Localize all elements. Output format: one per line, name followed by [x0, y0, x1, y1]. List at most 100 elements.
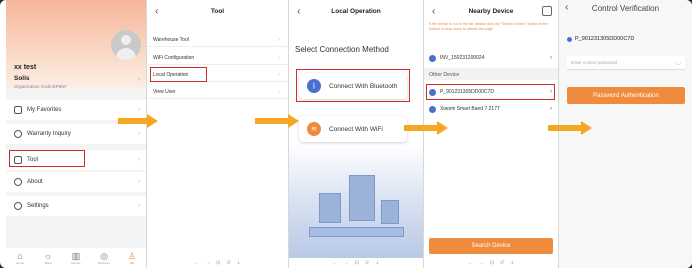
menu-item-label: Warranty Inquiry	[27, 131, 71, 137]
download-nav-icon[interactable]: ⇣	[237, 260, 241, 266]
connection-illustration	[289, 145, 423, 258]
device-row[interactable]: Xiaomi Smart Band 7 2177 ›	[424, 102, 558, 116]
system-nav-bar: ← → ⊡ ↺ ⇣	[289, 258, 423, 268]
tab-me[interactable]: ♙ Me	[123, 250, 141, 265]
tab-label: Device	[71, 260, 81, 265]
device-row-recent[interactable]: INV_150231200024 ›	[424, 51, 558, 65]
flow-arrow	[255, 114, 299, 128]
tool-item-label: View User	[153, 89, 176, 95]
menu-item-label: About	[27, 179, 43, 185]
back-nav-icon[interactable]: ←	[333, 260, 338, 266]
connect-wifi-button[interactable]: ≋ Connect With WiFi	[299, 116, 407, 142]
tool-item-wifi-configuration[interactable]: WiFi Configuration ›	[147, 52, 288, 65]
home-icon: ⌂	[17, 250, 23, 261]
settings-icon	[14, 202, 22, 210]
hide-password-icon[interactable]: ◡	[676, 59, 681, 66]
chevron-right-icon: ›	[550, 55, 552, 61]
device-name: INV_150231200024	[440, 55, 485, 61]
chevron-right-icon: ›	[138, 131, 140, 137]
flow-arrow	[404, 121, 448, 135]
page-title: Local Operation	[331, 7, 381, 15]
discover-icon: ◎	[100, 250, 108, 261]
refresh-nav-icon[interactable]: ↺	[365, 260, 369, 266]
favorites-icon	[14, 106, 22, 114]
local-operation-screen: ‹ Local Operation Select Connection Meth…	[289, 0, 423, 268]
menu-item-settings[interactable]: Settings ›	[6, 196, 146, 216]
back-icon[interactable]: ‹	[432, 6, 435, 17]
back-nav-icon[interactable]: ←	[468, 260, 473, 266]
tab-device[interactable]: ▥ Device	[67, 250, 85, 265]
page-title: Tool	[210, 7, 225, 15]
menu-item-label: My Favorites	[27, 107, 62, 113]
device-icon: ▥	[71, 250, 81, 261]
avatar[interactable]	[111, 30, 141, 60]
download-nav-icon[interactable]: ⇣	[375, 260, 379, 266]
menu-item-about[interactable]: About ›	[6, 172, 146, 192]
tutorial-frame: xx test Solis Organization Code:EPIEIF ›…	[0, 0, 692, 268]
section-label: Other Device	[429, 72, 460, 78]
wifi-icon: ≋	[307, 122, 321, 136]
tab-label: Plant	[44, 260, 52, 265]
tab-discover[interactable]: ◎ Discover	[95, 250, 113, 265]
section-heading: Select Connection Method	[295, 45, 389, 54]
device-icon	[429, 54, 436, 62]
refresh-nav-icon[interactable]: ↺	[500, 260, 504, 266]
chevron-right-icon: ›	[278, 72, 280, 78]
forward-nav-icon[interactable]: →	[479, 260, 484, 266]
chevron-right-icon: ›	[138, 157, 140, 163]
home-nav-icon[interactable]: ⊡	[490, 260, 494, 266]
system-nav-bar: ← → ⊡ ↺ ⇣	[147, 258, 288, 268]
back-icon[interactable]: ‹	[155, 6, 158, 17]
organization-name: Solis	[14, 75, 30, 82]
device-name: P_901231305DD00C7D	[575, 36, 635, 42]
back-icon[interactable]: ‹	[297, 6, 300, 17]
forward-nav-icon[interactable]: →	[344, 260, 349, 266]
organization-code: Organization Code:EPIEIF	[14, 84, 68, 89]
control-password-input[interactable]: Enter control password ◡	[567, 56, 685, 70]
system-nav-bar: ← → ⊡ ↺ ⇣	[424, 258, 558, 268]
refresh-hint: If the device is not in the list, please…	[429, 22, 548, 31]
selected-device: P_901231305DD00C7D	[567, 36, 634, 42]
chevron-right-icon: ›	[278, 37, 280, 43]
tab-plant[interactable]: ☼ Plant	[39, 250, 57, 265]
bottom-tab-bar: ⌂ Home ☼ Plant ▥ Device ◎ Discover ♙ Me	[6, 248, 146, 268]
home-nav-icon[interactable]: ⊡	[355, 260, 359, 266]
scan-icon[interactable]	[542, 6, 552, 16]
connect-wifi-label: Connect With WiFi	[329, 125, 383, 133]
tab-label: Home	[15, 260, 24, 265]
me-icon: ♙	[127, 250, 137, 261]
password-placeholder: Enter control password	[571, 60, 618, 65]
chevron-right-icon[interactable]: ›	[138, 76, 140, 83]
back-nav-icon[interactable]: ←	[194, 260, 199, 266]
download-nav-icon[interactable]: ⇣	[510, 260, 514, 266]
device-name: Xiaomi Smart Band 7 2177	[440, 106, 500, 112]
home-nav-icon[interactable]: ⊡	[216, 260, 220, 266]
password-authentication-button[interactable]: Password Authentication	[567, 87, 685, 104]
tool-item-warehouse[interactable]: Warehouse Tool ›	[147, 34, 288, 47]
flow-arrow	[548, 121, 592, 135]
search-device-button[interactable]: Search Device	[429, 238, 553, 254]
user-name: xx test	[14, 64, 37, 71]
tab-label: Discover	[98, 260, 110, 265]
tab-label: Me	[129, 260, 135, 265]
device-icon	[567, 36, 572, 42]
highlight-box-target-device	[426, 84, 555, 100]
chevron-right-icon: ›	[550, 106, 552, 112]
plant-icon: ☼	[43, 250, 53, 261]
highlight-box-bluetooth	[296, 69, 410, 102]
flow-arrow	[118, 114, 158, 128]
profile-screen: xx test Solis Organization Code:EPIEIF ›…	[6, 0, 146, 268]
nav-bar: ‹ Tool	[147, 0, 288, 22]
chevron-right-icon: ›	[278, 89, 280, 95]
device-icon	[429, 105, 436, 113]
refresh-nav-icon[interactable]: ↺	[226, 260, 230, 266]
nav-bar: ‹ Local Operation	[289, 0, 423, 22]
highlight-box-tool	[9, 150, 85, 167]
tool-screen: ‹ Tool Warehouse Tool › WiFi Configurati…	[147, 0, 288, 268]
page-title: Nearby Device	[468, 7, 514, 15]
tab-home[interactable]: ⌂ Home	[11, 250, 29, 265]
forward-nav-icon[interactable]: →	[205, 260, 210, 266]
warranty-icon	[14, 130, 22, 138]
nav-bar: ‹ Nearby Device	[424, 0, 558, 22]
tool-item-view-user[interactable]: View User ›	[147, 86, 288, 99]
